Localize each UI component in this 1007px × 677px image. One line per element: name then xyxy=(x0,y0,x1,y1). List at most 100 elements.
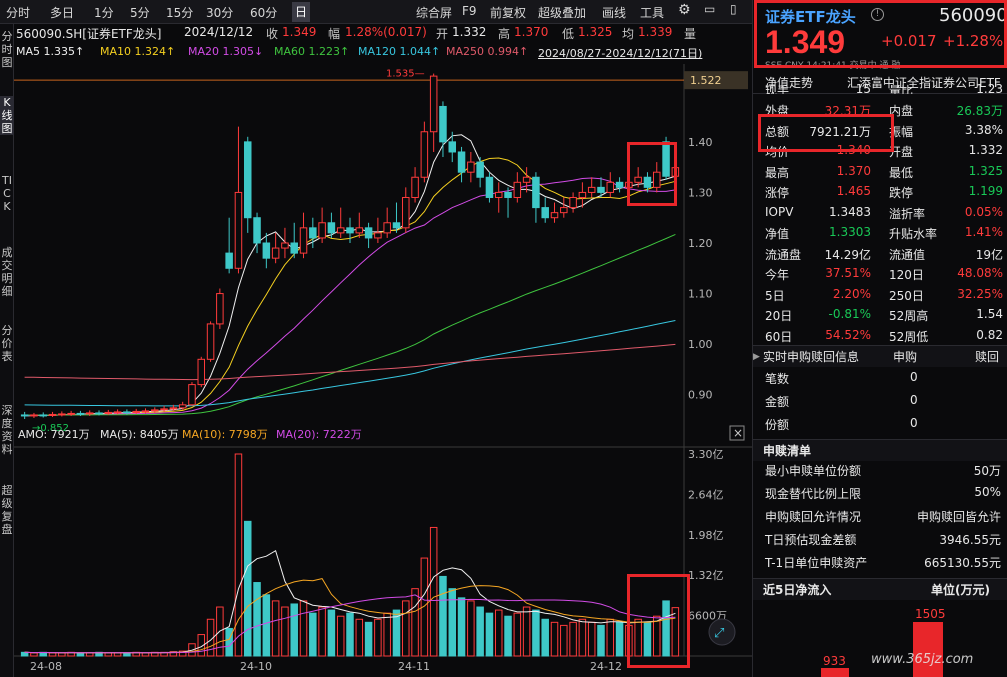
sg-label: 笔数 xyxy=(765,372,790,386)
list-label: 现金替代比例上限 xyxy=(765,487,862,501)
row-label: 20日 xyxy=(765,309,793,323)
volume-bar xyxy=(123,652,131,657)
volume-bar xyxy=(85,652,94,657)
date-tick-1: 24-10 xyxy=(240,660,272,673)
row-value: 1.3303 xyxy=(829,225,871,239)
candle xyxy=(597,186,605,193)
candle xyxy=(58,413,66,416)
candle xyxy=(457,151,466,173)
volume-bar xyxy=(113,652,122,657)
row-value: 54.52% xyxy=(825,327,871,342)
candle xyxy=(20,414,29,417)
candle xyxy=(243,141,252,219)
row-value-2: 48.08% xyxy=(957,266,1003,280)
candle xyxy=(123,411,131,414)
row-value-2: 0.05% xyxy=(964,204,1003,219)
volume-bar xyxy=(439,575,447,657)
quote-row: 最高 1.370 最低 1.325 xyxy=(765,164,1007,184)
candle xyxy=(485,176,494,198)
candle xyxy=(234,191,243,269)
volume-bar xyxy=(271,600,280,657)
volume-bar xyxy=(560,624,568,657)
quote-row: IOPV 1.3483 溢折率 0.05% xyxy=(765,205,1007,225)
candle xyxy=(439,105,447,143)
subscription-row: 金额 0 xyxy=(765,393,1007,413)
row-value-2: 32.25% xyxy=(957,286,1003,301)
volume-bar xyxy=(522,606,531,657)
row-value: 15 xyxy=(855,82,871,94)
volume-bar xyxy=(262,594,271,657)
volume-bar xyxy=(104,652,113,657)
row-label: 最高 xyxy=(765,165,790,180)
candle xyxy=(30,414,38,417)
row-label: 今年 xyxy=(765,268,790,282)
candle xyxy=(578,191,587,198)
row-label: 5日 xyxy=(765,288,785,303)
quote-panel: 证券ETF龙头 ! 560090 1.349 +0.017 +1.28% SSE… xyxy=(752,0,1007,677)
row-label-2: 250日 xyxy=(889,288,924,303)
volume-bar xyxy=(541,618,549,657)
expand-icon[interactable]: ▶ xyxy=(753,346,760,368)
pane-close-glyph[interactable]: × xyxy=(733,426,743,440)
row-value-2: 3.38% xyxy=(964,122,1003,137)
candle xyxy=(383,222,391,234)
volume-bar xyxy=(141,652,150,657)
price-tick-2: 1.20 xyxy=(688,237,713,250)
volume-bar xyxy=(587,621,596,657)
list-label: 最小申赎单位份额 xyxy=(765,464,862,478)
row-label-2: 量比 xyxy=(889,84,914,94)
volume-bar xyxy=(578,618,587,657)
sg-value: 0 xyxy=(910,393,918,407)
row-value-2: 1.332 xyxy=(968,143,1003,157)
flow-unit: 单位(万元) xyxy=(931,583,990,597)
candle xyxy=(606,181,615,193)
flow-bar-2 xyxy=(913,622,943,677)
candle xyxy=(392,222,401,229)
volume-bar xyxy=(58,652,66,657)
row-value-2: 1.54 xyxy=(976,307,1003,321)
volume-bar xyxy=(234,453,243,657)
flow-bar-1 xyxy=(821,668,849,677)
volume-bar xyxy=(346,612,354,657)
volume-bar xyxy=(429,526,438,657)
candle xyxy=(429,75,438,133)
sg-value: 0 xyxy=(910,370,918,384)
quote-row: 涨停 1.465 跌停 1.199 xyxy=(765,184,1007,204)
price-tick-5: 0.90 xyxy=(688,389,713,402)
candle xyxy=(67,412,75,415)
subscription-row: 笔数 0 xyxy=(765,370,1007,390)
volume-bar xyxy=(569,621,577,657)
volume-bar xyxy=(411,588,419,657)
row-value-2: 0.82 xyxy=(976,327,1003,342)
volume-bar xyxy=(243,520,252,657)
volume-bar xyxy=(336,615,345,657)
row-value: 37.51% xyxy=(825,266,871,280)
row-value: 1.370 xyxy=(836,163,871,178)
ma-line-ma250 xyxy=(24,343,676,381)
list-header: 申赎清单 xyxy=(753,439,1007,461)
candle xyxy=(587,186,596,193)
quote-row: 净值 1.3303 升贴水率 1.41% xyxy=(765,225,1007,245)
volume-info-ma5: MA(5): 8405万 xyxy=(100,428,179,441)
volume-tick-1: 2.64亿 xyxy=(688,488,724,501)
candle xyxy=(513,181,522,198)
price-tick-3: 1.10 xyxy=(688,288,713,301)
list-value: 3946.55元 xyxy=(939,533,1001,547)
watermark: www.365jz.com xyxy=(871,652,974,667)
row-label: 涨停 xyxy=(765,186,790,200)
flow-header: 近5日净流入 单位(万元) xyxy=(753,578,1007,600)
candle xyxy=(104,411,113,414)
row-value-2: 1.41% xyxy=(964,225,1003,239)
row-label-2: 52周低 xyxy=(889,329,929,344)
candle xyxy=(402,196,410,229)
volume-bar xyxy=(281,606,289,657)
candle xyxy=(374,232,382,239)
candle xyxy=(141,410,150,413)
candle xyxy=(355,227,364,234)
row-label: 净值 xyxy=(765,227,790,241)
row-value-2: 26.83万 xyxy=(956,104,1003,118)
date-tick-0: 24-08 xyxy=(30,660,62,673)
expand-glyph[interactable]: ⤢ xyxy=(714,626,724,641)
volume-info-ma20: MA(20): 7222万 xyxy=(276,428,362,441)
candle xyxy=(560,207,568,214)
